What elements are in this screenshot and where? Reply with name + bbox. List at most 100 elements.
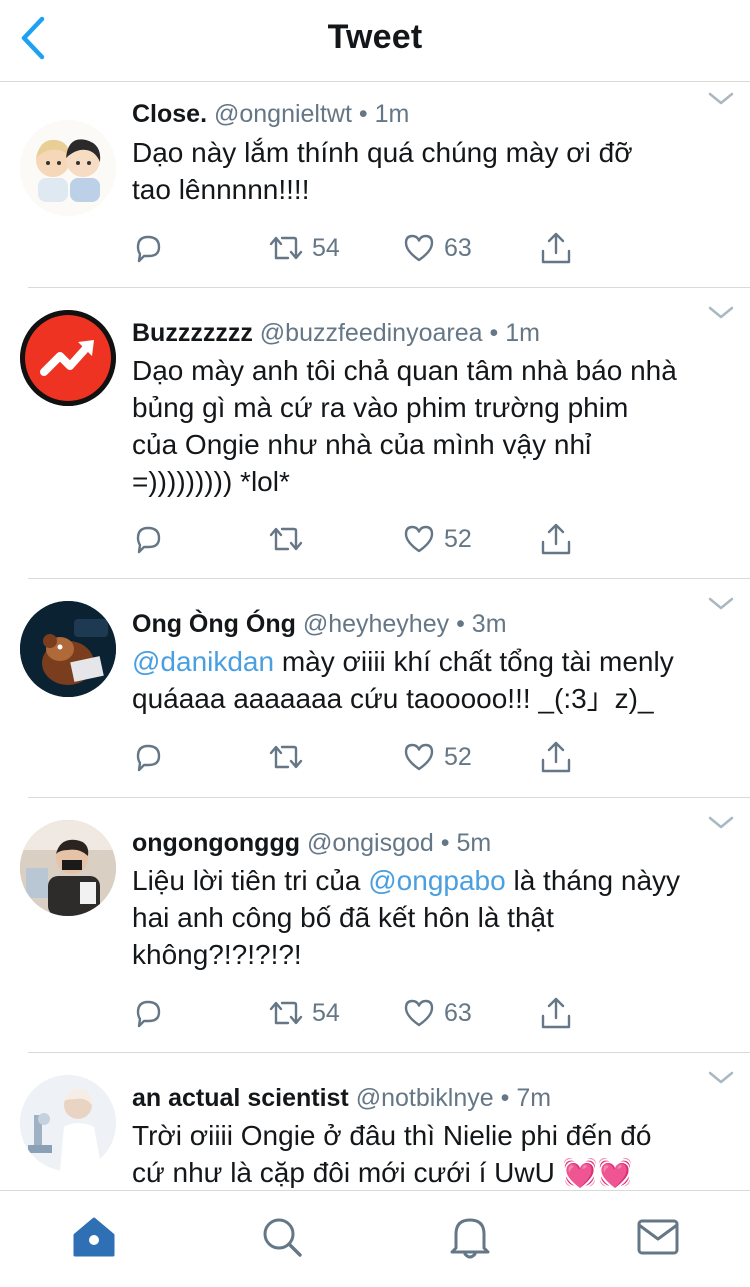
avatar-illustration	[20, 120, 116, 216]
tweet-text: Dạo mày anh tôi chả quan tâm nhà báo nhà…	[132, 352, 726, 500]
like-count: 63	[444, 233, 472, 262]
reply-button[interactable]	[132, 739, 164, 775]
mention-link[interactable]: @danikdan	[132, 646, 274, 677]
tweet-text-line: Dạo mày anh tôi chả quan tâm nhà báo nhà	[132, 355, 677, 386]
like-button[interactable]: 63	[402, 230, 472, 266]
tweet-item[interactable]: ongongonggg @ongisgod • 5m Liệu lời tiên…	[0, 798, 750, 1053]
user-name[interactable]: an actual scientist	[132, 1084, 349, 1112]
tab-notifications[interactable]	[442, 1209, 498, 1265]
like-button[interactable]: 52	[402, 739, 472, 775]
retweet-count: 54	[312, 233, 340, 262]
timestamp: 3m	[471, 610, 507, 638]
like-button[interactable]: 63	[402, 995, 472, 1031]
separator-dot: •	[440, 829, 450, 857]
chevron-down-icon[interactable]	[708, 306, 734, 320]
user-name[interactable]: Buzzzzzzz	[132, 319, 253, 347]
buzzfeed-logo-icon	[20, 310, 116, 406]
tweet-text-line: không?!?!?!?!	[132, 939, 302, 970]
retweet-icon	[269, 745, 303, 769]
share-button[interactable]	[538, 521, 574, 557]
tweet-text-line: cứ như là cặp đôi mới cưới í UwU 💓💓	[132, 1154, 726, 1190]
search-icon	[263, 1218, 302, 1257]
avatar[interactable]	[20, 120, 116, 216]
tweet-text-line: quáaaa aaaaaaa cứu taooooo!!! _(:3」z)_	[132, 683, 654, 714]
heart-icon	[404, 234, 434, 262]
tweet-item[interactable]: Close. @ongnieltwt • 1m Dạo này lắm thín…	[0, 82, 750, 288]
user-name[interactable]: Ong Òng Óng	[132, 610, 296, 638]
share-button[interactable]	[538, 230, 574, 266]
separator-dot: •	[358, 100, 368, 128]
timestamp: 5m	[456, 829, 492, 857]
tweet-header: Ong Òng Óng @heyheyhey • 3m	[132, 609, 700, 639]
avatar[interactable]	[20, 601, 116, 697]
separator-dot: •	[500, 1084, 510, 1112]
retweet-button[interactable]: 54	[268, 230, 340, 266]
tweet-text-line: Trời ơiiii Ongie ở đâu thì Nielie phi đế…	[132, 1120, 652, 1151]
retweet-count: 54	[312, 998, 340, 1027]
user-handle[interactable]: @ongisgod	[307, 829, 434, 857]
tab-home[interactable]	[66, 1209, 122, 1265]
tweet-header: ongongonggg @ongisgod • 5m	[132, 828, 700, 858]
user-name[interactable]: Close.	[132, 100, 207, 128]
reply-button[interactable]	[132, 995, 164, 1031]
tweet-text-segment: mày ơiiii khí chất tổng tài menly	[274, 646, 674, 677]
share-icon	[541, 523, 571, 555]
heart-emoji: 💓💓	[562, 1157, 633, 1188]
tweet-item[interactable]: Ong Òng Óng @heyheyhey • 3m @danikdan mà…	[0, 579, 750, 798]
user-handle[interactable]: @notbiklnye	[356, 1084, 494, 1112]
tab-search[interactable]	[254, 1209, 310, 1265]
bell-icon	[450, 1218, 490, 1259]
avatar[interactable]	[20, 1075, 116, 1171]
like-count: 63	[444, 998, 472, 1027]
retweet-button[interactable]: 54	[268, 995, 340, 1031]
bottom-tab-bar	[0, 1190, 750, 1287]
mail-icon	[637, 1219, 679, 1255]
tweet-text: @danikdan mày ơiiii khí chất tổng tài me…	[132, 643, 726, 717]
tweet-text: Dạo này lắm thính quá chúng mày ơi đỡ ta…	[132, 134, 726, 208]
retweet-button[interactable]	[268, 521, 312, 557]
user-handle[interactable]: @heyheyhey	[303, 610, 449, 638]
reply-button[interactable]	[132, 521, 164, 557]
chevron-down-icon[interactable]	[708, 816, 734, 830]
timestamp: 1m	[374, 100, 410, 128]
tweet-item[interactable]: Buzzzzzzz @buzzfeedinyoarea • 1m Dạo mày…	[0, 288, 750, 579]
avatar-illustration	[20, 601, 116, 697]
like-button[interactable]: 52	[402, 521, 472, 557]
user-handle[interactable]: @buzzfeedinyoarea	[260, 319, 483, 347]
home-icon	[73, 1217, 115, 1257]
tweet-text-line: của Ongie như nhà của mình vậy nhỉ	[132, 429, 592, 460]
retweet-button[interactable]	[268, 739, 312, 775]
share-button[interactable]	[538, 995, 574, 1031]
tweet-text-line: bủng gì mà cứ ra vào phim trường phim	[132, 392, 629, 423]
page-title: Tweet	[327, 18, 423, 56]
heart-icon	[404, 525, 434, 553]
chevron-down-icon[interactable]	[708, 1071, 734, 1085]
retweet-icon	[269, 1001, 303, 1025]
tweet-header: an actual scientist @notbiklnye • 7m	[132, 1083, 700, 1113]
tweet-item[interactable]: an actual scientist @notbiklnye • 7m Trờ…	[0, 1053, 750, 1190]
user-handle[interactable]: @ongnieltwt	[214, 100, 352, 128]
retweet-icon	[269, 236, 303, 260]
avatar-photo	[20, 820, 116, 916]
share-button[interactable]	[538, 739, 574, 775]
reply-icon	[136, 1000, 161, 1028]
chevron-down-icon[interactable]	[708, 92, 734, 106]
tweet-text-line: =))))))))) *lol*	[132, 466, 290, 497]
reply-button[interactable]	[132, 230, 164, 266]
tweet-text: Trời ơiiii Ongie ở đâu thì Nielie phi đế…	[132, 1117, 726, 1190]
tweet-text-segment: Liệu lời tiên tri của	[132, 865, 369, 896]
separator-dot: •	[489, 319, 499, 347]
avatar[interactable]	[20, 820, 116, 916]
tweet-header: Buzzzzzzz @buzzfeedinyoarea • 1m	[132, 318, 700, 348]
user-name[interactable]: ongongonggg	[132, 829, 300, 857]
mention-link[interactable]: @ongpabo	[368, 865, 505, 896]
like-count: 52	[444, 742, 472, 771]
chevron-down-icon[interactable]	[708, 597, 734, 611]
reply-icon	[136, 235, 161, 263]
tab-messages[interactable]	[630, 1209, 686, 1265]
avatar-photo	[20, 1075, 116, 1171]
tweet-text-line: @danikdan mày ơiiii khí chất tổng tài me…	[132, 643, 726, 680]
tweet-list[interactable]: Close. @ongnieltwt • 1m Dạo này lắm thín…	[0, 82, 750, 1190]
like-count: 52	[444, 524, 472, 553]
avatar[interactable]	[20, 310, 116, 406]
